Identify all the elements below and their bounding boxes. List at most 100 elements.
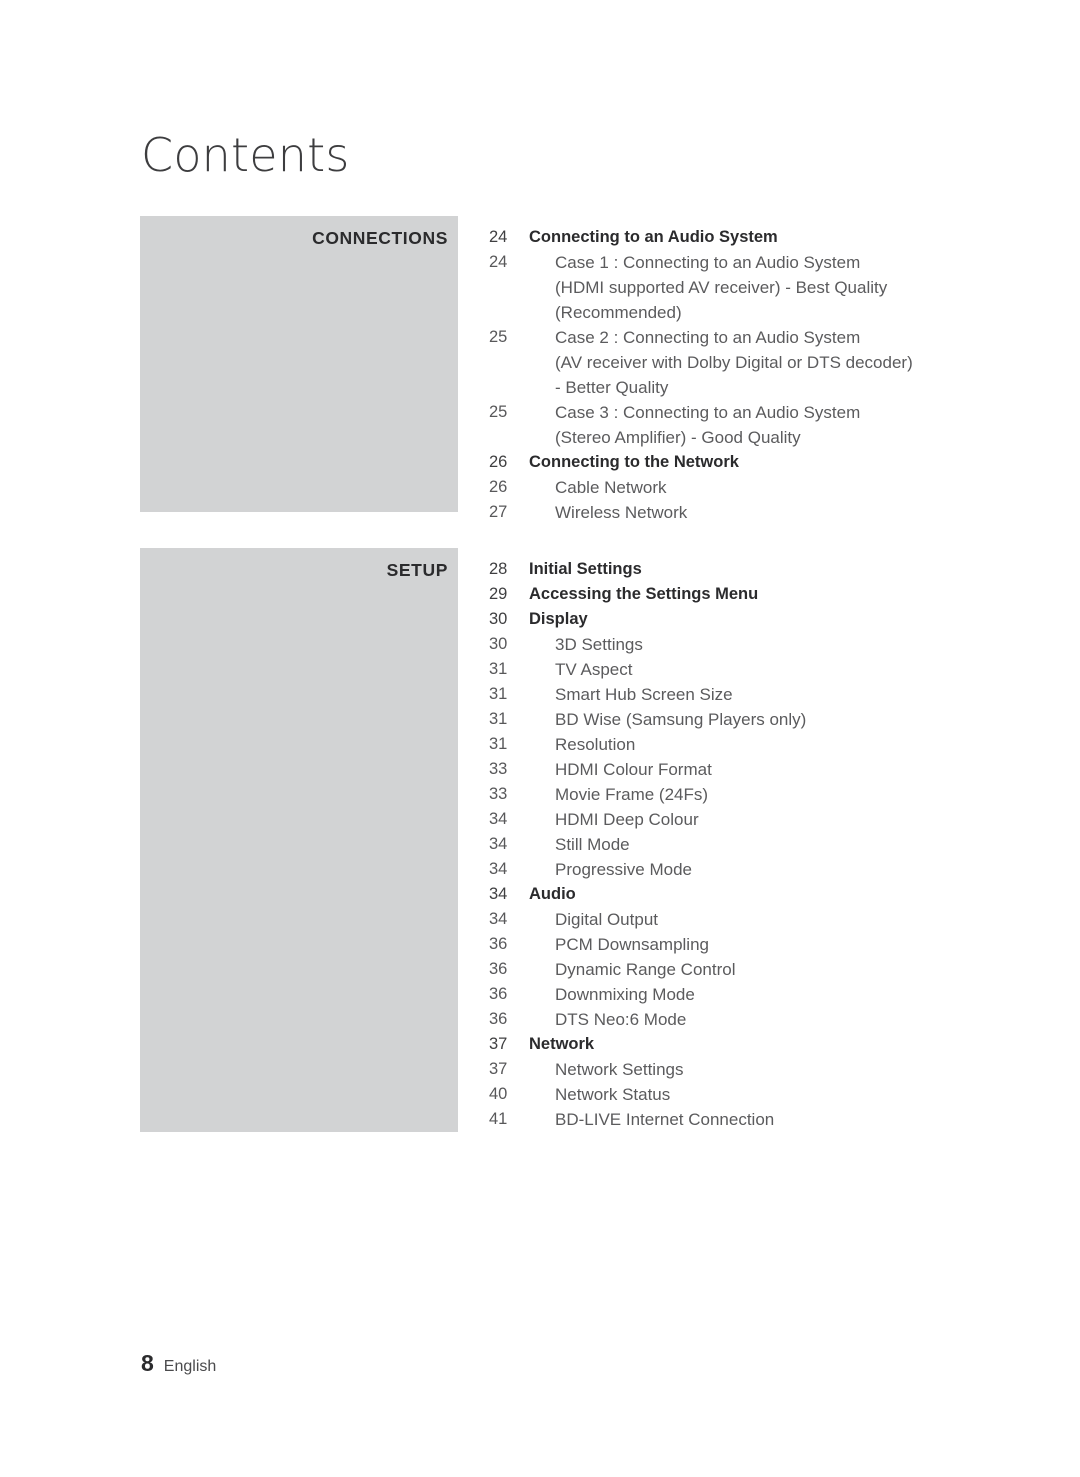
- toc-entry-page-number: 41: [489, 1110, 508, 1128]
- toc-entry-line: Case 1 : Connecting to an Audio System: [555, 253, 861, 272]
- toc-entry-line: Progressive Mode: [555, 860, 693, 879]
- toc-entry[interactable]: 26 Connecting to the Network: [489, 450, 1080, 475]
- toc-entry-page-number: 34: [489, 910, 508, 928]
- toc-entry-line: Initial Settings: [529, 560, 642, 578]
- toc-entry-page-number: 31: [489, 660, 508, 678]
- toc-entry[interactable]: 34 Digital Output: [489, 907, 1080, 932]
- toc-entry-title: BD-LIVE Internet Connection: [529, 1107, 774, 1132]
- toc-entry-title: Progressive Mode: [529, 857, 692, 882]
- toc-entry[interactable]: 31 TV Aspect: [489, 657, 1080, 682]
- toc-entry-title: HDMI Deep Colour: [529, 807, 699, 832]
- footer-page-number: 8: [141, 1350, 154, 1376]
- toc-entry-page-number: 37: [489, 1035, 508, 1053]
- toc-entry[interactable]: 36 Downmixing Mode: [489, 982, 1080, 1007]
- toc-entry[interactable]: 25 Case 3 : Connecting to an Audio System…: [489, 400, 1080, 450]
- toc-entry[interactable]: 34 Audio: [489, 882, 1080, 907]
- toc-entry[interactable]: 30 Display: [489, 607, 1080, 632]
- toc-entry-line: (Recommended): [555, 303, 682, 322]
- toc-entry[interactable]: 31 Smart Hub Screen Size: [489, 682, 1080, 707]
- toc-entry-line: BD Wise (Samsung Players only): [555, 710, 807, 729]
- toc-entry-title: Case 2 : Connecting to an Audio System (A…: [529, 325, 913, 400]
- toc-entry[interactable]: 26 Cable Network: [489, 475, 1080, 500]
- toc-entry-line: HDMI Colour Format: [555, 760, 712, 779]
- toc-entry-line: PCM Downsampling: [555, 935, 709, 954]
- toc-entry[interactable]: 36 PCM Downsampling: [489, 932, 1080, 957]
- toc-entry[interactable]: 34 Progressive Mode: [489, 857, 1080, 882]
- toc-entry-line: (Stereo Amplifier) - Good Quality: [555, 428, 801, 447]
- toc-entry-line: Case 2 : Connecting to an Audio System: [555, 328, 861, 347]
- toc-entry[interactable]: 24 Case 1 : Connecting to an Audio System…: [489, 250, 1080, 325]
- toc-entry[interactable]: 40 Network Status: [489, 1082, 1080, 1107]
- toc-entry-line: Audio: [529, 885, 576, 903]
- toc-entry[interactable]: 36 DTS Neo:6 Mode: [489, 1007, 1080, 1032]
- toc-entry-title: TV Aspect: [529, 657, 632, 682]
- toc-entry-line: Movie Frame (24Fs): [555, 785, 709, 804]
- toc-entry-page-number: 34: [489, 810, 508, 828]
- toc-entry-title: BD Wise (Samsung Players only): [529, 707, 806, 732]
- page-title: Contents: [141, 128, 350, 182]
- toc-entry-line: DTS Neo:6 Mode: [555, 1010, 687, 1029]
- toc-entry-list: 24 Connecting to an Audio System 24 Case 1 …: [489, 225, 1080, 525]
- toc-entry[interactable]: 36 Dynamic Range Control: [489, 957, 1080, 982]
- toc-entry-line: Connecting to an Audio System: [529, 228, 778, 246]
- toc-entry-line: (AV receiver with Dolby Digital or DTS d…: [555, 353, 913, 372]
- toc-entry[interactable]: 30 3D Settings: [489, 632, 1080, 657]
- contents-page: Contents CONNECTIONS 24 Connecting to an A…: [0, 0, 1080, 1477]
- toc-entry-title: 3D Settings: [529, 632, 643, 657]
- toc-entry-page-number: 36: [489, 1010, 508, 1028]
- toc-entry-title: Display: [529, 607, 588, 632]
- toc-entry[interactable]: 37 Network: [489, 1032, 1080, 1057]
- toc-entry-line: Wireless Network: [555, 503, 688, 522]
- toc-entry-page-number: 33: [489, 760, 508, 778]
- toc-entry-line: (HDMI supported AV receiver) - Best Qual…: [555, 278, 888, 297]
- toc-entry-title: Smart Hub Screen Size: [529, 682, 733, 707]
- toc-entry[interactable]: 41 BD-LIVE Internet Connection: [489, 1107, 1080, 1132]
- toc-entry[interactable]: 28 Initial Settings: [489, 557, 1080, 582]
- toc-entry-title: Network Status: [529, 1082, 670, 1107]
- toc-entry-page-number: 31: [489, 685, 508, 703]
- toc-entry[interactable]: 34 Still Mode: [489, 832, 1080, 857]
- section-tab-connections: CONNECTIONS: [140, 216, 458, 512]
- toc-entry[interactable]: 31 BD Wise (Samsung Players only): [489, 707, 1080, 732]
- toc-entry[interactable]: 37 Network Settings: [489, 1057, 1080, 1082]
- toc-entry-line: Connecting to the Network: [529, 453, 739, 471]
- toc-entry-line: Network Status: [555, 1085, 671, 1104]
- toc-entry-title: Still Mode: [529, 832, 630, 857]
- toc-entry-title: Case 3 : Connecting to an Audio System (S…: [529, 400, 860, 450]
- toc-entry-page-number: 36: [489, 935, 508, 953]
- toc-entry-page-number: 30: [489, 610, 508, 628]
- toc-entry-title: Movie Frame (24Fs): [529, 782, 708, 807]
- footer-language: English: [163, 1358, 217, 1375]
- toc-entry-line: Downmixing Mode: [555, 985, 695, 1004]
- toc-entry[interactable]: 24 Connecting to an Audio System: [489, 225, 1080, 250]
- toc-entry-page-number: 25: [489, 403, 508, 421]
- toc-entry-page-number: 40: [489, 1085, 508, 1103]
- toc-entry-title: Dynamic Range Control: [529, 957, 735, 982]
- toc-entry[interactable]: 33 Movie Frame (24Fs): [489, 782, 1080, 807]
- toc-entry-title: HDMI Colour Format: [529, 757, 712, 782]
- toc-entry-line: Dynamic Range Control: [555, 960, 736, 979]
- toc-entry[interactable]: 33 HDMI Colour Format: [489, 757, 1080, 782]
- toc-entry-line: 3D Settings: [555, 635, 643, 654]
- toc-entry-line: Network: [529, 1035, 595, 1053]
- section-tab-label: SETUP: [386, 560, 448, 580]
- toc-entry-page-number: 28: [489, 560, 508, 578]
- toc-entry-line: Accessing the Settings Menu: [529, 585, 759, 603]
- toc-entry[interactable]: 27 Wireless Network: [489, 500, 1080, 525]
- toc-entry-page-number: 31: [489, 710, 508, 728]
- toc-entry-title: Cable Network: [529, 475, 667, 500]
- toc-entry-line: Cable Network: [555, 478, 667, 497]
- toc-entry-line: Display: [529, 610, 588, 628]
- toc-entry[interactable]: 34 HDMI Deep Colour: [489, 807, 1080, 832]
- toc-entry[interactable]: 29 Accessing the Settings Menu: [489, 582, 1080, 607]
- toc-entry-title: Case 1 : Connecting to an Audio System (H…: [529, 250, 887, 325]
- toc-entry[interactable]: 31 Resolution: [489, 732, 1080, 757]
- toc-entry[interactable]: 25 Case 2 : Connecting to an Audio System…: [489, 325, 1080, 400]
- toc-entry-title: DTS Neo:6 Mode: [529, 1007, 686, 1032]
- toc-entry-page-number: 24: [489, 253, 508, 271]
- toc-entry-page-number: 37: [489, 1060, 508, 1078]
- toc-entry-title: Resolution: [529, 732, 635, 757]
- toc-entry-page-number: 30: [489, 635, 508, 653]
- toc-entry-line: HDMI Deep Colour: [555, 810, 699, 829]
- section-tab-setup: SETUP: [140, 548, 458, 1132]
